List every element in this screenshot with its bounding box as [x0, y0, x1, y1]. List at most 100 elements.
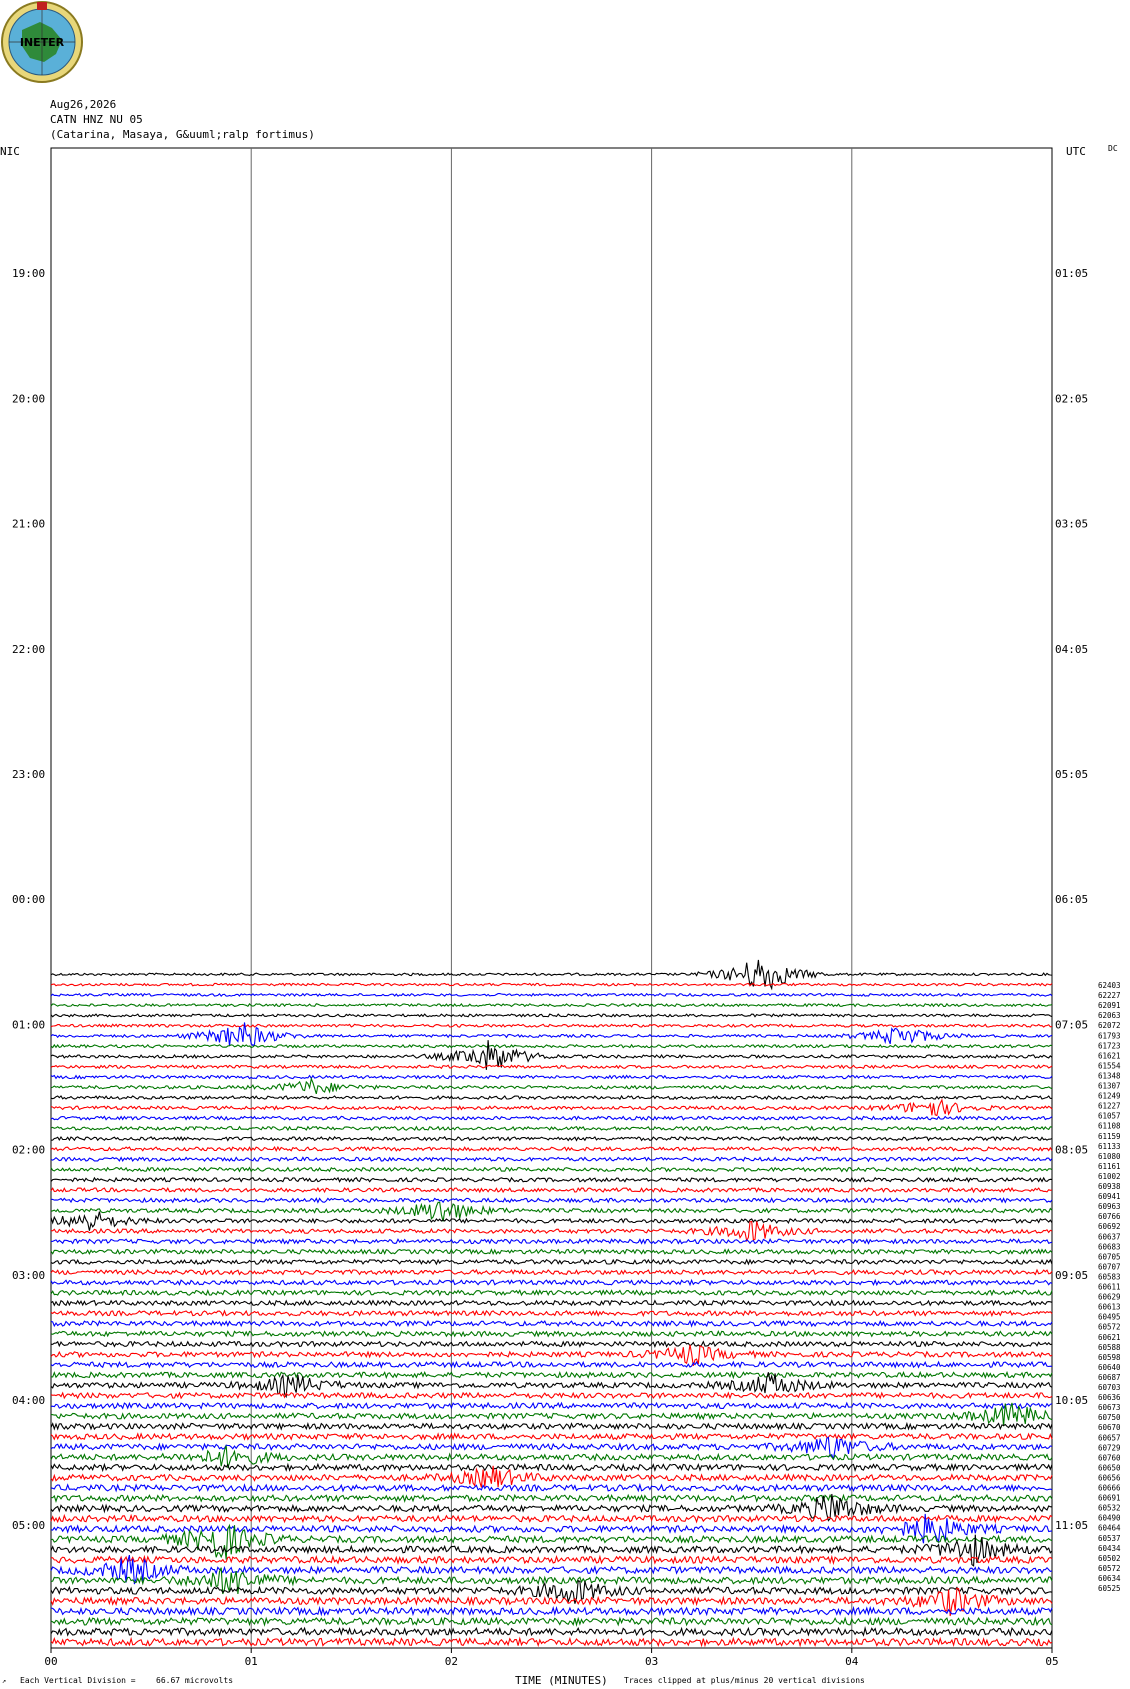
division-note: Each Vertical Division =: [20, 1676, 136, 1685]
seismic-trace: [50, 1462, 1053, 1473]
x-tick-label: 05: [1045, 1655, 1058, 1668]
seismic-trace: [50, 1201, 1053, 1222]
trace-value-label: 61002: [1098, 1172, 1121, 1181]
seismic-trace: [50, 1040, 1053, 1070]
trace-value-label: 61554: [1098, 1061, 1121, 1070]
nic-hour-label: 05:00: [12, 1519, 45, 1532]
trace-value-label: 62091: [1098, 1001, 1121, 1010]
seismic-trace: [50, 1166, 1053, 1173]
trace-value-label: 61080: [1098, 1152, 1121, 1161]
nic-hour-label: 22:00: [12, 643, 45, 656]
trace-value-label: 60673: [1098, 1403, 1121, 1412]
utc-hour-label: 04:05: [1055, 643, 1088, 656]
seismic-trace: [50, 1186, 1053, 1194]
trace-value-label: 60613: [1098, 1303, 1121, 1312]
x-axis-title: TIME (MINUTES): [515, 1674, 608, 1687]
seismic-trace: [50, 1135, 1053, 1142]
seismic-trace: [51, 1340, 1053, 1349]
seismic-trace: [50, 1258, 1053, 1266]
trace-value-label: 60640: [1098, 1363, 1121, 1372]
nic-hour-label: 00:00: [12, 893, 45, 906]
seismic-trace: [50, 1115, 1053, 1121]
trace-value-label: 60636: [1098, 1393, 1121, 1402]
x-tick-label: 02: [445, 1655, 458, 1668]
seismic-trace: [50, 1493, 1053, 1522]
seismic-trace: [50, 1145, 1053, 1153]
trace-value-label: 60938: [1098, 1182, 1121, 1191]
utc-hour-label: 05:05: [1055, 768, 1088, 781]
trace-value-label: 60495: [1098, 1313, 1121, 1322]
seismic-trace: [50, 1197, 1053, 1204]
trace-value-label: 60692: [1098, 1222, 1121, 1231]
trace-value-label: 60525: [1098, 1584, 1121, 1593]
seismic-trace: [50, 1626, 1053, 1637]
trace-value-label: 60703: [1098, 1383, 1121, 1392]
trace-value-label: 61159: [1098, 1132, 1121, 1141]
trace-value-label: 61723: [1098, 1041, 1121, 1050]
trace-value-label: 60634: [1098, 1574, 1121, 1583]
seismic-trace: [50, 1125, 1053, 1132]
seismic-trace: [50, 1299, 1053, 1307]
trace-value-label: 60760: [1098, 1453, 1121, 1462]
seismogram-chart: 00 01 02 03 04 05 19:00 01:05 20:00 02:05 21:00 03:…: [12, 147, 1121, 1668]
trace-value-label: 61108: [1098, 1122, 1121, 1131]
utc-hour-label: 07:05: [1055, 1018, 1088, 1031]
trace-value-label: 60650: [1098, 1463, 1121, 1472]
seismic-trace: [50, 1156, 1053, 1163]
seismic-trace: [50, 1309, 1053, 1318]
trace-value-label: 60532: [1098, 1504, 1121, 1513]
seismic-trace: [50, 1636, 1053, 1648]
trace-value-label: 60583: [1098, 1272, 1121, 1281]
trace-value-label: 60502: [1098, 1554, 1121, 1563]
seismic-trace: [50, 1220, 1053, 1243]
division-value: 66.67 microvolts: [156, 1676, 234, 1685]
seismic-trace: [50, 1074, 1053, 1080]
seismic-trace: [50, 1482, 1053, 1493]
nic-hour-label: 04:00: [12, 1394, 45, 1407]
seismic-trace: [50, 1319, 1053, 1328]
x-tick-label: 01: [245, 1655, 258, 1668]
seismic-trace: [50, 1370, 1053, 1380]
utc-hour-label: 02:05: [1055, 392, 1088, 405]
seismic-trace: [50, 1076, 1053, 1095]
x-tick-label: 04: [845, 1655, 859, 1668]
trace-value-label: 60750: [1098, 1413, 1121, 1422]
nic-hour-label: 19:00: [12, 267, 45, 280]
trace-value-label: 60670: [1098, 1423, 1121, 1432]
seismic-trace: [50, 1432, 1053, 1441]
seismic-trace: [50, 1176, 1053, 1183]
nic-hour-label: 03:00: [12, 1269, 45, 1282]
utc-hour-label: 03:05: [1055, 518, 1088, 531]
seismic-trace: [50, 1043, 1053, 1049]
trace-value-label: 60611: [1098, 1283, 1121, 1292]
trace-value-label: 60687: [1098, 1373, 1121, 1382]
seismic-trace: [50, 1094, 1053, 1101]
trace-value-label: 61348: [1098, 1071, 1121, 1080]
seismic-trace: [50, 1421, 1053, 1431]
seismic-trace: [50, 1360, 1053, 1369]
trace-value-label: 61057: [1098, 1112, 1121, 1121]
seismic-trace: [50, 1554, 1053, 1566]
seismic-trace: [50, 1278, 1053, 1287]
trace-value-label: 61249: [1098, 1092, 1121, 1101]
nic-hour-label: 01:00: [12, 1018, 45, 1031]
trace-value-label: 62227: [1098, 991, 1121, 1000]
seismic-trace: [50, 1391, 1053, 1400]
trace-value-label: 60490: [1098, 1514, 1121, 1523]
trace-value-label: 60766: [1098, 1212, 1121, 1221]
nic-hour-label: 02:00: [12, 1144, 45, 1157]
trace-value-label: 61307: [1098, 1082, 1121, 1091]
seismic-trace: [50, 1268, 1053, 1276]
utc-hour-label: 01:05: [1055, 267, 1088, 280]
trace-value-label: 60537: [1098, 1534, 1121, 1543]
x-tick-label: 00: [44, 1655, 57, 1668]
trace-value-label: 60598: [1098, 1353, 1121, 1362]
seismic-trace: [50, 1493, 1053, 1504]
utc-hour-label: 10:05: [1055, 1394, 1088, 1407]
trace-value-label: 61621: [1098, 1051, 1121, 1060]
seismic-trace: [50, 982, 1053, 987]
nic-hour-label: 20:00: [12, 392, 45, 405]
trace-value-label: 60637: [1098, 1232, 1121, 1241]
seismic-trace: [50, 1238, 1053, 1245]
seismic-trace: [50, 1023, 1053, 1028]
